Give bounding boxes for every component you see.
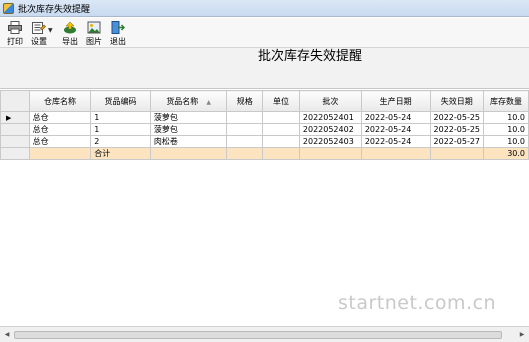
table-cell <box>226 147 264 160</box>
data-grid: 仓库名称 货品编码 货品名称 ▲ 规格 单位 批次 生产日期 失效日期 库存数量 … <box>0 90 529 325</box>
column-header[interactable]: 货品编码 <box>90 90 151 112</box>
table-row[interactable]: 总仓 2 肉松卷 2022052403 2022-05-24 2022-05-2… <box>0 135 529 148</box>
table-cell[interactable]: 1 <box>90 111 151 124</box>
table-cell[interactable]: 10.0 <box>483 135 529 148</box>
table-cell[interactable] <box>262 123 300 136</box>
total-row: 合计 30.0 <box>0 147 529 160</box>
table-cell[interactable]: 2022-05-27 <box>429 135 485 148</box>
table-cell[interactable]: 2 <box>90 135 151 148</box>
title-bar: 批次库存失效提醒 <box>0 0 529 17</box>
scroll-thumb[interactable] <box>14 331 502 339</box>
table-cell[interactable]: 10.0 <box>483 111 529 124</box>
column-header[interactable]: 批次 <box>298 90 362 112</box>
status-bar: ◀ ▶ <box>0 326 529 342</box>
table-cell[interactable] <box>226 123 264 136</box>
settings-dropdown-icon[interactable]: ▼ <box>48 18 56 34</box>
column-header[interactable]: 库存数量 <box>483 90 529 112</box>
table-cell[interactable]: 菠萝包 <box>149 111 228 124</box>
app-window: 批次库存失效提醒 打印 设置 ▼ 导出 图片 退出 批次库存失效提醒 仓库名称 … <box>0 0 529 342</box>
table-cell <box>429 147 485 160</box>
inventory-table: 仓库名称 货品编码 货品名称 ▲ 规格 单位 批次 生产日期 失效日期 库存数量 … <box>0 90 529 160</box>
column-header[interactable]: 生产日期 <box>360 90 431 112</box>
current-row-icon[interactable]: ▶ <box>0 111 30 124</box>
image-icon <box>87 21 101 34</box>
image-label: 图片 <box>86 37 102 46</box>
export-label: 导出 <box>62 37 78 46</box>
scroll-left-icon[interactable]: ◀ <box>2 330 12 340</box>
export-icon <box>64 21 76 34</box>
total-quantity: 30.0 <box>483 147 529 160</box>
row-header[interactable] <box>0 135 30 148</box>
print-button[interactable]: 打印 <box>3 18 27 47</box>
total-label: 合计 <box>90 147 151 160</box>
window-title: 批次库存失效提醒 <box>18 4 91 15</box>
table-cell[interactable]: 菠萝包 <box>149 123 228 136</box>
horizontal-scrollbar[interactable]: ◀ ▶ <box>2 330 527 340</box>
table-cell[interactable]: 2022052402 <box>298 123 362 136</box>
table-cell <box>262 147 300 160</box>
toolbar: 打印 设置 ▼ 导出 图片 退出 <box>0 18 529 48</box>
report-title: 批次库存失效提醒 <box>257 49 362 64</box>
export-button[interactable]: 导出 <box>58 18 82 47</box>
exit-icon <box>111 21 125 34</box>
table-header-row: 仓库名称 货品编码 货品名称 ▲ 规格 单位 批次 生产日期 失效日期 库存数量 <box>0 90 529 112</box>
column-header-sorted[interactable]: 货品名称 ▲ <box>149 90 228 112</box>
column-header-label: 货品名称 <box>166 96 199 106</box>
corner-header <box>0 90 30 112</box>
app-icon <box>3 2 14 14</box>
table-cell[interactable] <box>226 135 264 148</box>
table-cell[interactable] <box>262 135 300 148</box>
table-cell <box>28 147 92 160</box>
scroll-right-icon[interactable]: ▶ <box>517 330 527 340</box>
settings-label: 设置 <box>31 37 47 46</box>
table-cell <box>360 147 431 160</box>
settings-icon <box>32 22 46 34</box>
table-cell[interactable]: 2022-05-24 <box>360 135 431 148</box>
column-header[interactable]: 单位 <box>262 90 300 112</box>
table-cell[interactable]: 总仓 <box>28 135 92 148</box>
table-cell[interactable]: 2022052401 <box>298 111 362 124</box>
printer-icon <box>8 21 22 34</box>
row-header <box>0 147 30 160</box>
table-cell[interactable]: 肉松卷 <box>149 135 228 148</box>
row-header[interactable] <box>0 123 30 136</box>
table-cell <box>149 147 228 160</box>
table-cell[interactable] <box>226 111 264 124</box>
table-cell[interactable]: 2022-05-24 <box>360 123 431 136</box>
table-cell[interactable]: 2022-05-25 <box>429 123 485 136</box>
table-cell[interactable]: 总仓 <box>28 123 92 136</box>
report-header: 批次库存失效提醒 <box>0 48 529 89</box>
table-cell[interactable]: 2022-05-24 <box>360 111 431 124</box>
column-header[interactable]: 失效日期 <box>429 90 485 112</box>
image-button[interactable]: 图片 <box>82 18 106 47</box>
exit-label: 退出 <box>110 37 126 46</box>
table-cell <box>298 147 362 160</box>
table-cell[interactable]: 10.0 <box>483 123 529 136</box>
table-cell[interactable] <box>262 111 300 124</box>
table-cell[interactable]: 1 <box>90 123 151 136</box>
exit-button[interactable]: 退出 <box>106 18 130 47</box>
print-label: 打印 <box>7 37 23 46</box>
watermark: startnet.com.cn <box>338 292 497 314</box>
table-cell[interactable]: 总仓 <box>28 111 92 124</box>
sort-arrow-icon: ▲ <box>206 98 211 106</box>
column-header[interactable]: 规格 <box>226 90 264 112</box>
column-header[interactable]: 仓库名称 <box>28 90 92 112</box>
table-row[interactable]: 总仓 1 菠萝包 2022052402 2022-05-24 2022-05-2… <box>0 123 529 136</box>
table-cell[interactable]: 2022052403 <box>298 135 362 148</box>
table-row[interactable]: ▶ 总仓 1 菠萝包 2022052401 2022-05-24 2022-05… <box>0 111 529 124</box>
table-cell[interactable]: 2022-05-25 <box>429 111 485 124</box>
